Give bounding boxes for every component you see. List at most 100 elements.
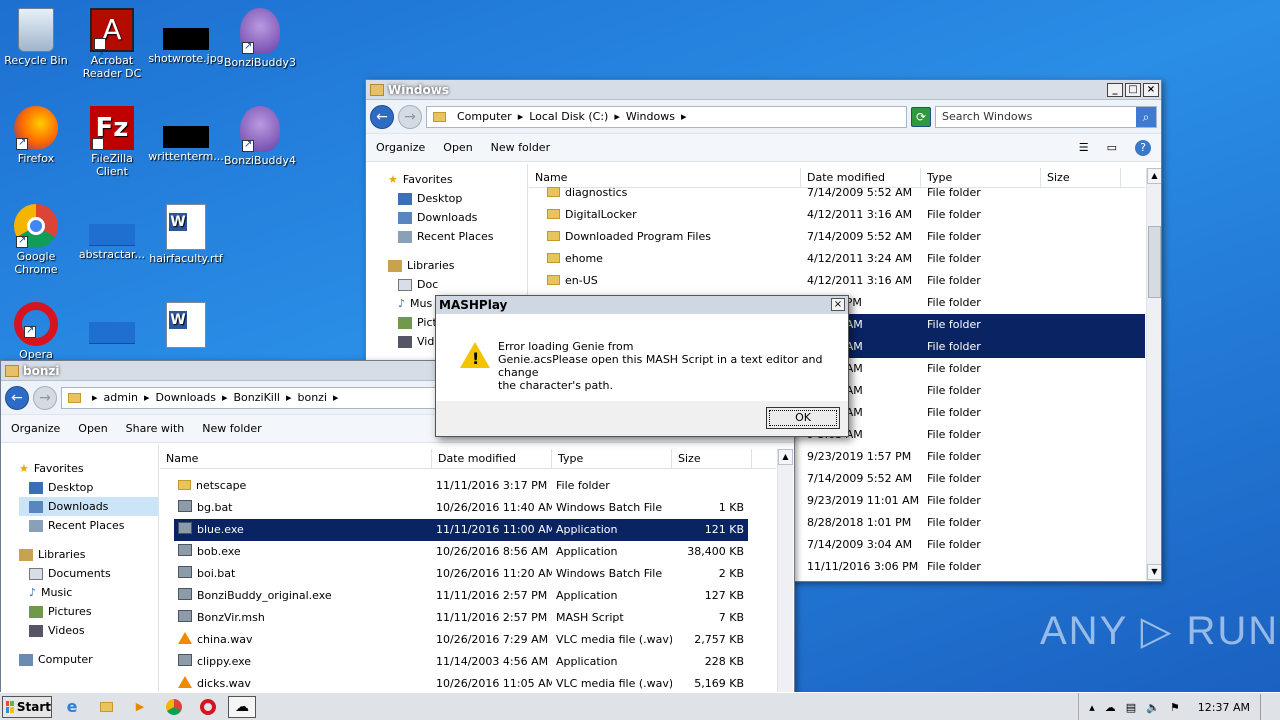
- desktop-icon-bonzibuddy4[interactable]: BonziBuddy4: [222, 106, 298, 167]
- desktop-icon-opera[interactable]: Opera: [0, 302, 74, 361]
- taskbar-media-player-icon[interactable]: ▶: [126, 696, 154, 718]
- preview-pane-icon[interactable]: ▭: [1107, 141, 1117, 154]
- table-row[interactable]: bob.exe 10/26/2016 8:56 AM Application 38,4…: [174, 541, 748, 563]
- organize-menu[interactable]: Organize: [376, 141, 425, 154]
- tray-mash-icon[interactable]: ☁: [1105, 701, 1116, 714]
- nav-libraries[interactable]: Libraries: [19, 545, 158, 564]
- breadcrumb-item[interactable]: Computer: [457, 110, 512, 123]
- nav-recent-places[interactable]: Recent Places: [19, 516, 158, 535]
- table-row[interactable]: ehome 4/12/2011 3:24 AM File folder: [529, 248, 1145, 270]
- taskbar-mashplay-icon[interactable]: ☁: [228, 695, 256, 718]
- nav-desktop[interactable]: Desktop: [388, 189, 527, 208]
- table-row[interactable]: china.wav 10/26/2016 7:29 AM VLC media fil…: [174, 629, 748, 651]
- dialog-close-button[interactable]: ×: [831, 298, 845, 311]
- column-header-date[interactable]: Date modified: [432, 449, 552, 468]
- vertical-scrollbar[interactable]: ▲: [777, 449, 793, 692]
- network-icon[interactable]: ▤: [1126, 701, 1136, 714]
- table-row[interactable]: boi.bat 10/26/2016 11:20 AM Windows Batch …: [174, 563, 748, 585]
- table-row[interactable]: bg.bat 10/26/2016 11:40 AM Windows Batch F…: [174, 497, 748, 519]
- nav-desktop[interactable]: Desktop: [19, 478, 158, 497]
- search-icon[interactable]: ⌕: [1136, 106, 1156, 127]
- scroll-up-arrow[interactable]: ▲: [1147, 168, 1161, 184]
- column-header-size[interactable]: Size: [1041, 168, 1121, 187]
- breadcrumb-item[interactable]: bonzi: [297, 391, 327, 404]
- table-row[interactable]: clippy.exe 11/14/2003 4:56 AM Application 2…: [174, 651, 748, 673]
- desktop-icon-writtenterm[interactable]: writtenterm...: [148, 106, 224, 163]
- minimize-button[interactable]: _: [1107, 82, 1123, 97]
- nav-pictures[interactable]: Pictures: [19, 602, 158, 621]
- column-header-name[interactable]: Name: [160, 449, 432, 468]
- desktop-icon-acrobat[interactable]: A Acrobat Reader DC: [74, 8, 150, 80]
- taskbar-chrome-icon[interactable]: [160, 696, 188, 718]
- vertical-scrollbar[interactable]: ▲ ▼: [1146, 168, 1161, 581]
- scrollbar-thumb[interactable]: [1148, 226, 1161, 298]
- view-options-icon[interactable]: ☰: [1079, 141, 1089, 154]
- nav-downloads[interactable]: Downloads: [19, 497, 158, 516]
- chevron-right-icon: ▸: [144, 391, 150, 404]
- open-button[interactable]: Open: [443, 141, 472, 154]
- back-button[interactable]: ←: [5, 385, 29, 410]
- desktop-icon-firefox[interactable]: Firefox: [0, 106, 74, 165]
- nav-favorites[interactable]: ★ Favorites: [19, 459, 158, 478]
- taskbar-explorer-icon[interactable]: [92, 696, 120, 718]
- column-header-type[interactable]: Type: [552, 449, 672, 468]
- nav-libraries[interactable]: Libraries: [388, 256, 527, 275]
- nav-music[interactable]: ♪ Music: [19, 583, 158, 602]
- show-desktop-button[interactable]: [1260, 694, 1270, 720]
- maximize-button[interactable]: □: [1125, 82, 1141, 97]
- table-row[interactable]: dicks.wav 10/26/2016 11:05 AM VLC media fi…: [174, 673, 748, 692]
- table-row[interactable]: en-US 4/12/2011 3:16 AM File folder: [529, 270, 1145, 292]
- taskbar-opera-icon[interactable]: [194, 696, 222, 718]
- table-row[interactable]: blue.exe 11/11/2016 11:00 AM Application 12…: [174, 519, 748, 541]
- breadcrumb-item[interactable]: admin: [104, 391, 138, 404]
- new-folder-button[interactable]: New folder: [491, 141, 550, 154]
- help-icon[interactable]: ?: [1135, 139, 1151, 156]
- taskbar-ie-icon[interactable]: e: [58, 696, 86, 718]
- desktop-icon-filezilla[interactable]: Fz FileZilla Client: [74, 106, 150, 180]
- close-button[interactable]: ×: [1143, 82, 1159, 97]
- ok-button[interactable]: OK: [766, 407, 840, 429]
- organize-menu[interactable]: Organize: [11, 422, 60, 435]
- desktop-icon-chrome[interactable]: Google Chrome: [0, 204, 74, 276]
- back-button[interactable]: ←: [370, 104, 394, 129]
- breadcrumb-item[interactable]: Downloads: [156, 391, 216, 404]
- table-row[interactable]: DigitalLocker 4/12/2011 3:16 AM File folde…: [529, 204, 1145, 226]
- scroll-up-arrow[interactable]: ▲: [778, 449, 793, 465]
- breadcrumb-item[interactable]: Windows: [626, 110, 675, 123]
- share-with-menu[interactable]: Share with: [126, 422, 185, 435]
- nav-videos[interactable]: Videos: [19, 621, 158, 640]
- table-row[interactable]: BonziBuddy_original.exe 11/11/2016 2:57 P…: [174, 585, 748, 607]
- nav-documents[interactable]: Documents: [19, 564, 158, 583]
- table-row[interactable]: Downloaded Program Files 7/14/2009 5:52 A…: [529, 226, 1145, 248]
- breadcrumb[interactable]: Computer ▸ Local Disk (C:) ▸ Windows ▸: [426, 105, 907, 128]
- clock[interactable]: 12:37 AM: [1198, 701, 1250, 714]
- table-row[interactable]: BonzVir.msh 11/11/2016 2:57 PM MASH Script…: [174, 607, 748, 629]
- flag-icon[interactable]: ⚑: [1170, 701, 1180, 714]
- breadcrumb-item[interactable]: BonziKill: [233, 391, 279, 404]
- scroll-down-arrow[interactable]: ▼: [1147, 564, 1161, 580]
- refresh-button[interactable]: ⟳: [911, 106, 931, 127]
- column-header-size[interactable]: Size: [672, 449, 752, 468]
- nav-recent-places[interactable]: Recent Places: [388, 227, 527, 246]
- new-folder-button[interactable]: New folder: [202, 422, 261, 435]
- nav-downloads[interactable]: Downloads: [388, 208, 527, 227]
- volume-icon[interactable]: 🔈: [1146, 701, 1160, 714]
- desktop-icon-image[interactable]: [74, 302, 150, 346]
- desktop-icon-shotwrote[interactable]: shotwrote.jpg: [148, 8, 224, 65]
- desktop-icon-hairfaculty[interactable]: W hairfaculty.rtf: [148, 204, 224, 265]
- start-button[interactable]: Start: [2, 695, 52, 718]
- open-button[interactable]: Open: [78, 422, 107, 435]
- forward-button[interactable]: →: [33, 385, 57, 410]
- nav-computer[interactable]: Computer: [19, 650, 158, 669]
- search-input[interactable]: Search Windows ⌕: [935, 105, 1157, 128]
- desktop-icon-document[interactable]: W: [148, 302, 224, 350]
- nav-documents[interactable]: Doc: [388, 275, 527, 294]
- forward-button[interactable]: →: [398, 104, 422, 129]
- nav-favorites[interactable]: ★ Favorites: [388, 170, 527, 189]
- breadcrumb-item[interactable]: Local Disk (C:): [529, 110, 608, 123]
- table-row[interactable]: netscape 11/11/2016 3:17 PM File folder: [174, 475, 748, 497]
- tray-expand-icon[interactable]: ▴: [1089, 701, 1095, 714]
- desktop-icon-bonzibuddy3[interactable]: BonziBuddy3: [222, 8, 298, 69]
- desktop-icon-abstractar[interactable]: abstractar...: [74, 204, 150, 261]
- desktop-icon-recycle-bin[interactable]: Recycle Bin: [0, 8, 74, 67]
